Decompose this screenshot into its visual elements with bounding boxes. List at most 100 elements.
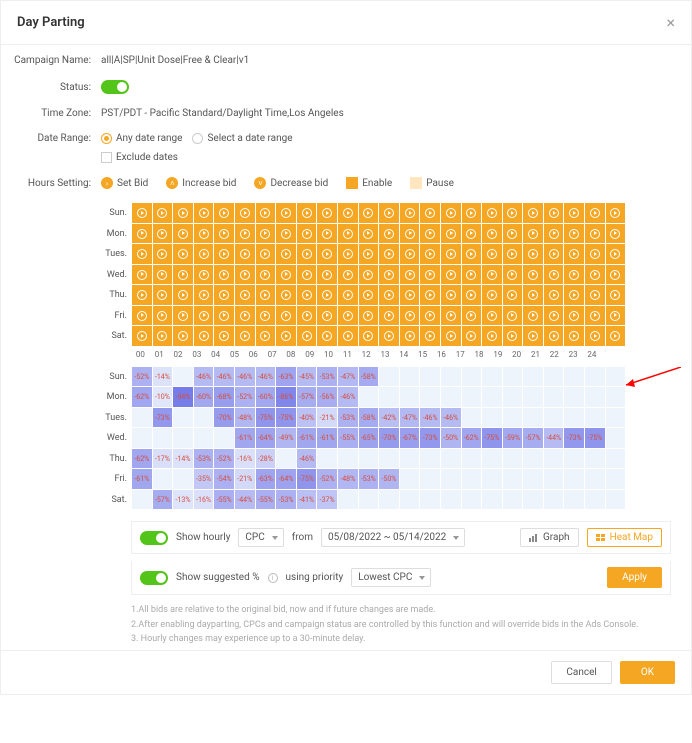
- heat-cell[interactable]: [503, 449, 523, 469]
- heat-cell[interactable]: -17%: [153, 449, 173, 469]
- heat-cell[interactable]: [379, 490, 399, 510]
- heat-cell[interactable]: -14%: [173, 449, 193, 469]
- heat-cell[interactable]: -13%: [173, 490, 193, 510]
- heat-cell[interactable]: [441, 469, 461, 489]
- heat-cell[interactable]: -67%: [400, 428, 420, 448]
- hour-cell[interactable]: [606, 306, 626, 326]
- heat-cell[interactable]: -44%: [235, 490, 255, 510]
- hour-cell[interactable]: [235, 306, 255, 326]
- hour-cell[interactable]: [359, 203, 379, 223]
- heat-cell[interactable]: [132, 408, 152, 428]
- hour-cell[interactable]: [420, 244, 440, 264]
- hour-cell[interactable]: [235, 244, 255, 264]
- hour-cell[interactable]: [606, 326, 626, 346]
- heat-cell[interactable]: [523, 367, 543, 387]
- heat-cell[interactable]: -41%: [297, 490, 317, 510]
- heat-cell[interactable]: [462, 387, 482, 407]
- heat-cell[interactable]: -64%: [256, 428, 276, 448]
- heat-cell[interactable]: [503, 387, 523, 407]
- heat-cell[interactable]: -62%: [132, 387, 152, 407]
- heat-cell[interactable]: [420, 367, 440, 387]
- heat-cell[interactable]: [132, 428, 152, 448]
- hour-cell[interactable]: [606, 285, 626, 305]
- info-icon[interactable]: i: [268, 573, 278, 583]
- heat-cell[interactable]: -52%: [132, 367, 152, 387]
- heat-cell[interactable]: -61%: [132, 469, 152, 489]
- heat-cell[interactable]: -60%: [194, 387, 214, 407]
- hour-cell[interactable]: [585, 326, 605, 346]
- hour-cell[interactable]: [173, 306, 193, 326]
- hour-cell[interactable]: [379, 224, 399, 244]
- heat-cell[interactable]: -52%: [214, 449, 234, 469]
- heat-cell[interactable]: [523, 387, 543, 407]
- heat-cell[interactable]: -55%: [214, 490, 234, 510]
- hour-cell[interactable]: [544, 224, 564, 244]
- hour-cell[interactable]: [400, 265, 420, 285]
- hour-cell[interactable]: [153, 285, 173, 305]
- hour-cell[interactable]: [441, 265, 461, 285]
- hour-cell[interactable]: [194, 326, 214, 346]
- hour-cell[interactable]: [441, 306, 461, 326]
- heat-cell[interactable]: -63%: [276, 367, 296, 387]
- heat-cell[interactable]: -49%: [276, 428, 296, 448]
- heat-cell[interactable]: [462, 449, 482, 469]
- heat-cell[interactable]: [544, 387, 564, 407]
- hour-cell[interactable]: [420, 265, 440, 285]
- heat-cell[interactable]: -46%: [297, 449, 317, 469]
- heat-cell[interactable]: -46%: [214, 367, 234, 387]
- heat-cell[interactable]: -16%: [235, 449, 255, 469]
- hour-cell[interactable]: [585, 203, 605, 223]
- hour-cell[interactable]: [214, 306, 234, 326]
- heat-cell[interactable]: [585, 469, 605, 489]
- hour-cell[interactable]: [400, 285, 420, 305]
- heat-cell[interactable]: -28%: [256, 449, 276, 469]
- heat-cell[interactable]: -61%: [297, 428, 317, 448]
- hour-cell[interactable]: [462, 244, 482, 264]
- heat-cell[interactable]: -46%: [256, 367, 276, 387]
- hour-cell[interactable]: [379, 265, 399, 285]
- heat-cell[interactable]: [585, 387, 605, 407]
- hour-cell[interactable]: [523, 224, 543, 244]
- graph-button[interactable]: Graph: [520, 528, 579, 547]
- priority-select[interactable]: Lowest CPC: [351, 568, 431, 587]
- heat-cell[interactable]: -70%: [214, 408, 234, 428]
- hour-cell[interactable]: [276, 306, 296, 326]
- hour-cell[interactable]: [132, 203, 152, 223]
- heat-cell[interactable]: -47%: [338, 367, 358, 387]
- hour-cell[interactable]: [297, 244, 317, 264]
- hour-cell[interactable]: [317, 326, 337, 346]
- hour-cell[interactable]: [420, 306, 440, 326]
- apply-button[interactable]: Apply: [607, 567, 662, 588]
- heat-cell[interactable]: [482, 469, 502, 489]
- heat-cell[interactable]: -75%: [276, 408, 296, 428]
- heat-cell[interactable]: -75%: [297, 469, 317, 489]
- heat-cell[interactable]: [420, 387, 440, 407]
- heat-cell[interactable]: [359, 449, 379, 469]
- hour-cell[interactable]: [256, 265, 276, 285]
- heat-cell[interactable]: [359, 387, 379, 407]
- hour-cell[interactable]: [276, 326, 296, 346]
- hour-cell[interactable]: [462, 224, 482, 244]
- hour-cell[interactable]: [338, 285, 358, 305]
- hour-cell[interactable]: [564, 285, 584, 305]
- heat-cell[interactable]: -14%: [153, 367, 173, 387]
- heat-cell[interactable]: -44%: [544, 428, 564, 448]
- hour-cell[interactable]: [564, 224, 584, 244]
- heat-cell[interactable]: [317, 449, 337, 469]
- hour-cell[interactable]: [235, 224, 255, 244]
- heat-cell[interactable]: -21%: [235, 469, 255, 489]
- hour-cell[interactable]: [153, 224, 173, 244]
- hour-cell[interactable]: [462, 265, 482, 285]
- heat-cell[interactable]: -37%: [317, 490, 337, 510]
- heat-cell[interactable]: -46%: [441, 408, 461, 428]
- heat-cell[interactable]: [544, 408, 564, 428]
- hour-cell[interactable]: [214, 265, 234, 285]
- hour-cell[interactable]: [338, 306, 358, 326]
- heat-cell[interactable]: [400, 387, 420, 407]
- heat-cell[interactable]: [338, 449, 358, 469]
- heat-cell[interactable]: [503, 490, 523, 510]
- heat-cell[interactable]: -52%: [317, 469, 337, 489]
- checkbox-exclude-dates[interactable]: Exclude dates: [101, 152, 178, 163]
- hour-cell[interactable]: [564, 244, 584, 264]
- hour-cell[interactable]: [235, 203, 255, 223]
